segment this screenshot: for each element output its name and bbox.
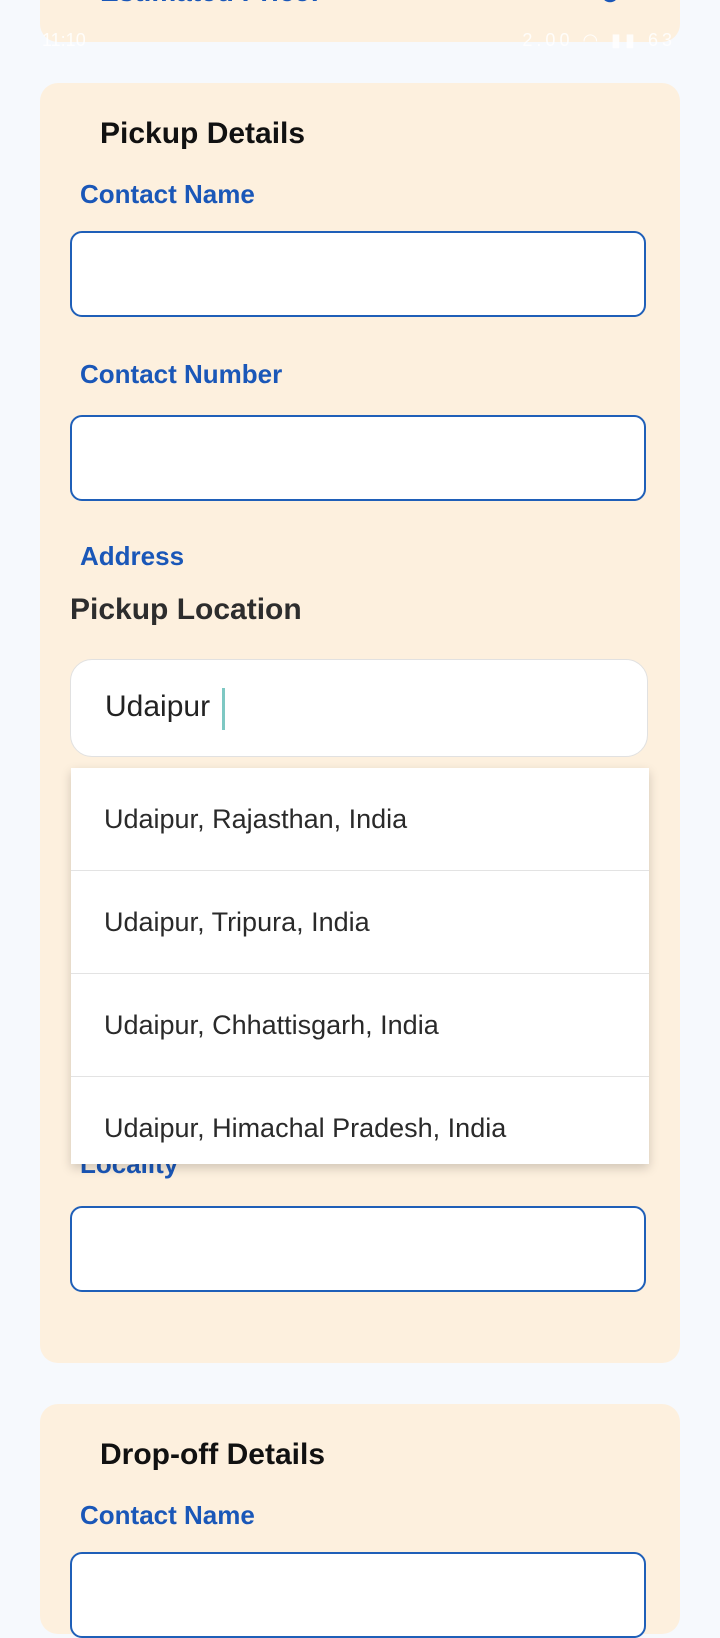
pickup-contact-number-input[interactable] [70,415,646,501]
text-cursor [222,688,225,730]
estimated-price-label: Estimated Price: [100,0,319,8]
status-icons: 2.00 ◠ ▮▮ 63 [522,30,676,50]
pickup-contact-name-label: Contact Name [80,179,255,209]
status-time: 11:10 [42,30,86,50]
suggestion-item[interactable]: Udaipur, Chhattisgarh, India [71,974,649,1077]
pickup-location-value: Udaipur [105,690,211,723]
pickup-contact-name-input[interactable] [70,231,646,317]
pickup-locality-input[interactable] [70,1206,646,1292]
dropoff-section-title: Drop-off Details [100,1438,325,1471]
pickup-contact-number-label: Contact Number [80,359,283,389]
pickup-location-heading: Pickup Location [70,593,302,626]
suggestion-item[interactable]: Udaipur, Himachal Pradesh, India [71,1077,649,1164]
location-suggestions-dropdown: Udaipur, Rajasthan, India Udaipur, Tripu… [71,768,649,1164]
pickup-location-search-input[interactable]: Udaipur [70,659,648,757]
dropoff-contact-name-input[interactable] [70,1552,646,1638]
suggestion-item[interactable]: Udaipur, Tripura, India [71,871,649,974]
dropoff-contact-name-label: Contact Name [80,1500,255,1530]
suggestion-item[interactable]: Udaipur, Rajasthan, India [71,768,649,871]
pickup-address-label: Address [80,541,185,571]
refresh-icon[interactable]: ⟳ [601,0,624,11]
pickup-details-card: Pickup Details Contact Name Contact Numb… [40,83,680,1363]
pickup-section-title: Pickup Details [100,117,306,150]
status-bar: 11:10 2.00 ◠ ▮▮ 63 [0,26,720,56]
